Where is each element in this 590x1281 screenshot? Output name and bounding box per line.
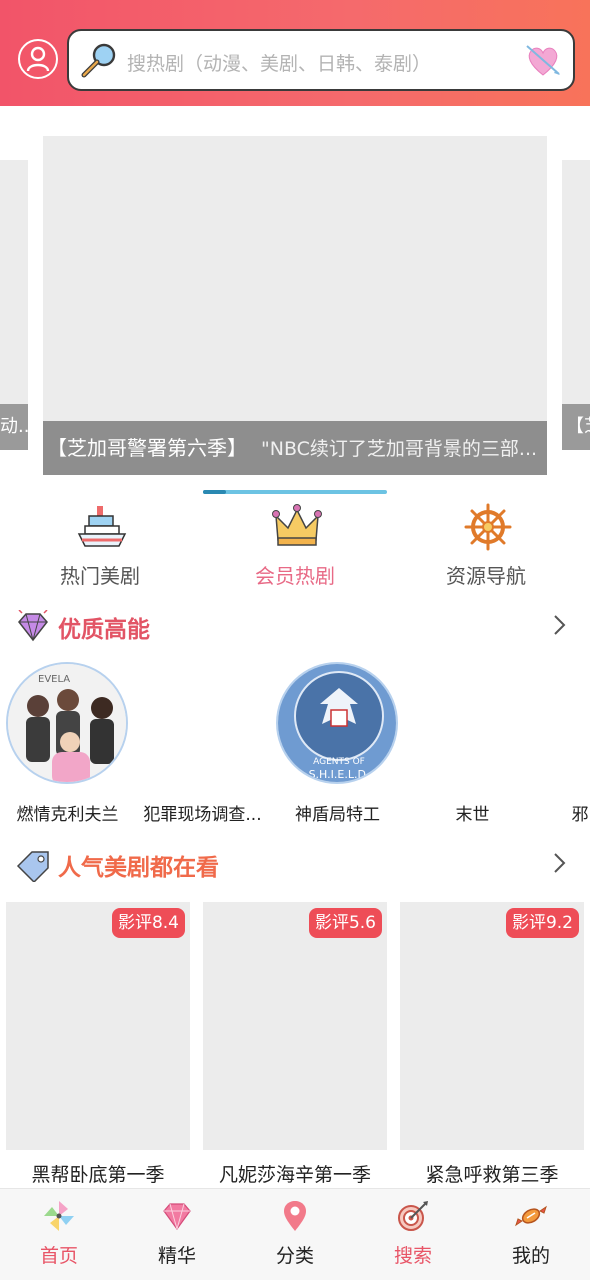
quality-item-name: 燃情克利夫兰 xyxy=(16,805,119,825)
carousel-indicator-active xyxy=(203,490,226,494)
svg-text:S.H.I.E.L.D.: S.H.I.E.L.D. xyxy=(309,768,370,781)
magnifier-icon xyxy=(81,43,116,78)
rating-badge: 影评8.4 xyxy=(111,908,185,938)
pinwheel-icon xyxy=(44,1201,74,1231)
banner-main[interactable]: 【芝加哥警署第六季】 "NBC续订了芝加哥背景的三部... xyxy=(43,136,547,475)
quality-item-name: 邪 xyxy=(571,805,589,825)
chevron-right-icon[interactable] xyxy=(552,613,568,637)
poster-thumbnail: EVELA xyxy=(6,662,128,784)
poster-thumbnail xyxy=(141,662,263,784)
candy-icon xyxy=(515,1205,547,1227)
banner-prev-caption: 动... xyxy=(0,404,28,450)
quick-nav-hot-us-drama[interactable]: 热门美剧 xyxy=(0,502,200,588)
quality-item[interactable]: AGENTS OF S.H.I.E.L.D. 神盾局特工 xyxy=(270,662,410,832)
banner-next-card[interactable]: 【芝 xyxy=(562,160,590,450)
quality-item[interactable]: 末世 xyxy=(405,662,545,832)
gem-icon xyxy=(18,610,48,642)
tab-featured[interactable]: 精华 xyxy=(118,1189,236,1281)
quick-nav-label: 热门美剧 xyxy=(60,564,140,588)
poster-image xyxy=(203,902,387,1150)
tab-mine[interactable]: 我的 xyxy=(472,1189,590,1281)
section-popular-title: 人气美剧都在看 xyxy=(58,855,219,881)
svg-text:EVELA: EVELA xyxy=(38,674,70,685)
poster-title: 凡妮莎海辛第一季 xyxy=(218,1164,371,1186)
diamond-icon xyxy=(163,1203,191,1231)
quality-item[interactable]: 犯罪现场调查... xyxy=(135,662,275,832)
top-header: 搜热剧（动漫、美剧、日韩、泰剧） xyxy=(0,0,590,106)
tab-home[interactable]: 首页 xyxy=(0,1189,118,1281)
section-quality-header[interactable]: 优质高能 xyxy=(0,606,590,646)
carousel-indicator xyxy=(203,490,387,494)
quick-nav-label: 会员热剧 xyxy=(255,564,335,588)
quality-item-name: 犯罪现场调查... xyxy=(143,805,262,825)
poster-thumbnail xyxy=(411,662,533,784)
quality-item-name: 末世 xyxy=(455,805,490,825)
tab-label: 首页 xyxy=(39,1245,78,1267)
section-popular-header[interactable]: 人气美剧都在看 xyxy=(0,844,590,884)
svg-text:AGENTS OF: AGENTS OF xyxy=(313,757,365,767)
location-pin-icon xyxy=(284,1201,306,1231)
crown-icon xyxy=(272,504,322,546)
ship-icon xyxy=(77,506,127,547)
quality-item[interactable]: EVELA 燃情克利夫兰 xyxy=(0,662,140,832)
banner-title: 【芝加哥警署第六季】 xyxy=(47,436,247,460)
popular-poster[interactable]: 影评8.4 黑帮卧底第一季 xyxy=(6,902,190,1192)
search-bar[interactable]: 搜热剧（动漫、美剧、日韩、泰剧） xyxy=(67,29,575,91)
banner-description: "NBC续订了芝加哥背景的三部... xyxy=(261,438,538,460)
target-icon xyxy=(398,1201,428,1231)
tab-label: 搜索 xyxy=(393,1245,432,1267)
quick-nav-label: 资源导航 xyxy=(446,564,526,588)
tag-icon xyxy=(16,851,49,882)
user-icon xyxy=(26,46,50,72)
quick-nav-vip-drama[interactable]: 会员热剧 xyxy=(195,502,395,588)
cast-photo-icon: EVELA xyxy=(8,664,126,782)
popular-poster[interactable]: 影评9.2 紧急呼救第三季 xyxy=(400,902,584,1192)
tab-label: 我的 xyxy=(511,1245,550,1267)
chevron-right-icon[interactable] xyxy=(552,851,568,875)
poster-image xyxy=(6,902,190,1150)
quality-item[interactable]: 邪 xyxy=(540,662,590,832)
popular-poster[interactable]: 影评5.6 凡妮莎海辛第一季 xyxy=(203,902,387,1192)
user-avatar-button[interactable] xyxy=(18,39,58,79)
ship-wheel-icon xyxy=(464,503,512,551)
poster-thumbnail: AGENTS OF S.H.I.E.L.D. xyxy=(276,662,398,784)
quick-nav-resource-guide[interactable]: 资源导航 xyxy=(386,502,586,588)
banner-next-caption: 【芝 xyxy=(562,404,590,450)
section-quality-title: 优质高能 xyxy=(58,617,150,643)
bottom-tab-bar: 首页 精华 分类 搜索 我的 xyxy=(0,1188,590,1280)
rating-badge: 影评5.6 xyxy=(308,908,382,938)
rating-badge: 影评9.2 xyxy=(505,908,579,938)
tab-label: 精华 xyxy=(157,1245,196,1267)
quality-item-name: 神盾局特工 xyxy=(295,805,380,825)
heart-arrow-icon xyxy=(526,45,560,76)
poster-title: 黑帮卧底第一季 xyxy=(31,1164,165,1186)
banner-caption: 【芝加哥警署第六季】 "NBC续订了芝加哥背景的三部... xyxy=(43,421,547,475)
poster-image xyxy=(400,902,584,1150)
tab-category[interactable]: 分类 xyxy=(236,1189,354,1281)
poster-title: 紧急呼救第三季 xyxy=(425,1164,559,1186)
tab-search[interactable]: 搜索 xyxy=(354,1189,472,1281)
banner-prev-card[interactable]: 动... xyxy=(0,160,28,450)
tab-label: 分类 xyxy=(275,1245,314,1267)
shield-emblem-icon: AGENTS OF S.H.I.E.L.D. xyxy=(278,664,396,782)
search-placeholder: 搜热剧（动漫、美剧、日韩、泰剧） xyxy=(127,53,432,75)
